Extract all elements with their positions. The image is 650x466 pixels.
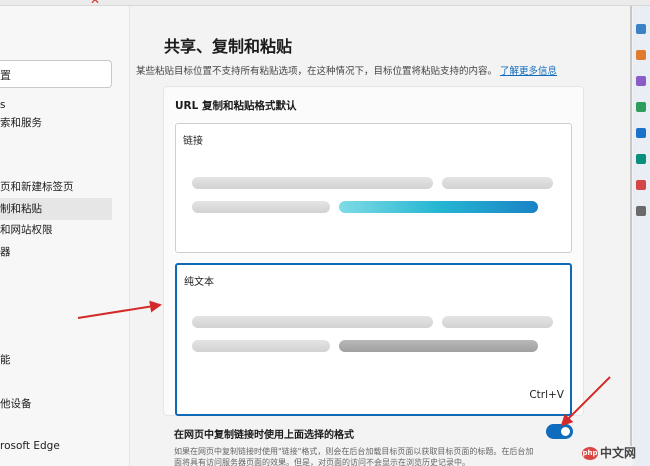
page-description: 某些粘贴目标位置不支持所有粘贴选项，在这种情况下，目标位置将粘贴支持的内容。 了… xyxy=(136,63,557,77)
preview-line xyxy=(192,201,330,213)
option-link-label: 链接 xyxy=(183,136,203,147)
sidebar-item-cookies-site-permissions[interactable]: 和网站权限 xyxy=(0,219,112,241)
scrollbar[interactable] xyxy=(630,6,632,446)
main-content: 共享、复制和粘贴 某些粘贴目标位置不支持所有粘贴选项，在这种情况下，目标位置将粘… xyxy=(131,6,630,466)
sidebar: 置 s 索和服务 页和新建标签页 制和粘贴 和网站权限 器 能 他设备 roso… xyxy=(0,6,130,466)
shortcut-hint: Ctrl+V xyxy=(529,389,564,401)
php-logo: php xyxy=(582,447,598,460)
office-icon[interactable] xyxy=(636,128,646,138)
watermark: php 中文网 xyxy=(582,444,636,461)
footnote-line: 面将具有访问服务器页面的效果。但是，对页面的访问不会显示在浏览历史记录中。 xyxy=(174,458,470,466)
option-link[interactable]: 链接 xyxy=(175,123,572,253)
option-plain-text[interactable]: 纯文本 Ctrl+V xyxy=(175,263,572,416)
shopping-icon[interactable] xyxy=(636,50,646,60)
toggle-knob xyxy=(561,427,570,436)
games-icon[interactable] xyxy=(636,102,646,112)
page-title: 共享、复制和粘贴 xyxy=(164,37,293,56)
toggle-label: 在网页中复制链接时使用上面选择的格式 xyxy=(174,430,354,441)
preview-line xyxy=(192,177,433,189)
search-settings-input[interactable]: 置 xyxy=(0,60,112,88)
edge-sidebar-strip xyxy=(633,6,650,466)
preview-line xyxy=(442,177,553,189)
use-format-toggle[interactable] xyxy=(546,424,573,439)
sidebar-item-privacy-search-services[interactable]: 索和服务 xyxy=(0,112,112,134)
description-text: 某些粘贴目标位置不支持所有粘贴选项，在这种情况下，目标位置将粘贴支持的内容。 xyxy=(136,66,498,77)
preview-link-highlight xyxy=(339,201,538,213)
watermark-text: 中文网 xyxy=(600,446,637,460)
sidebar-item-share-copy-paste[interactable]: 制和粘贴 xyxy=(0,198,112,220)
sidebar-item-default-browser[interactable]: 器 xyxy=(0,241,112,263)
app-icon[interactable] xyxy=(636,180,646,190)
option-plain-label: 纯文本 xyxy=(184,277,214,288)
card-heading: URL 复制和粘贴格式默认 xyxy=(175,100,297,112)
sidebar-item-about-edge[interactable]: rosoft Edge xyxy=(0,435,112,457)
tools-icon[interactable] xyxy=(636,76,646,86)
search-input-text: 置 xyxy=(0,69,11,82)
add-icon[interactable] xyxy=(636,206,646,216)
outlook-icon[interactable] xyxy=(636,154,646,164)
sidebar-item-start-home-new-tab[interactable]: 页和新建标签页 xyxy=(0,176,112,198)
preview-line xyxy=(442,316,553,328)
sidebar-item-phone-other-devices[interactable]: 他设备 xyxy=(0,393,112,415)
sidebar-item-system-performance[interactable]: 能 xyxy=(0,349,112,371)
preview-line xyxy=(192,316,433,328)
settings-window: ✕ 置 s 索和服务 页和新建标签页 制和粘贴 和网站权限 器 能 他设备 ro… xyxy=(0,0,650,466)
preview-plain-highlight xyxy=(339,340,538,352)
footnote-line: 如果在网页中复制链接时使用"链接"格式，则会在后台加载目标页面以获取目标页面的标… xyxy=(174,447,534,456)
search-icon[interactable] xyxy=(636,24,646,34)
footnote: 如果在网页中复制链接时使用"链接"格式，则会在后台加载目标页面以获取目标页面的标… xyxy=(174,446,584,466)
learn-more-link[interactable]: 了解更多信息 xyxy=(500,66,557,77)
preview-line xyxy=(192,340,330,352)
url-format-card: URL 复制和粘贴格式默认 链接 纯文本 Ctrl+V xyxy=(163,86,584,416)
